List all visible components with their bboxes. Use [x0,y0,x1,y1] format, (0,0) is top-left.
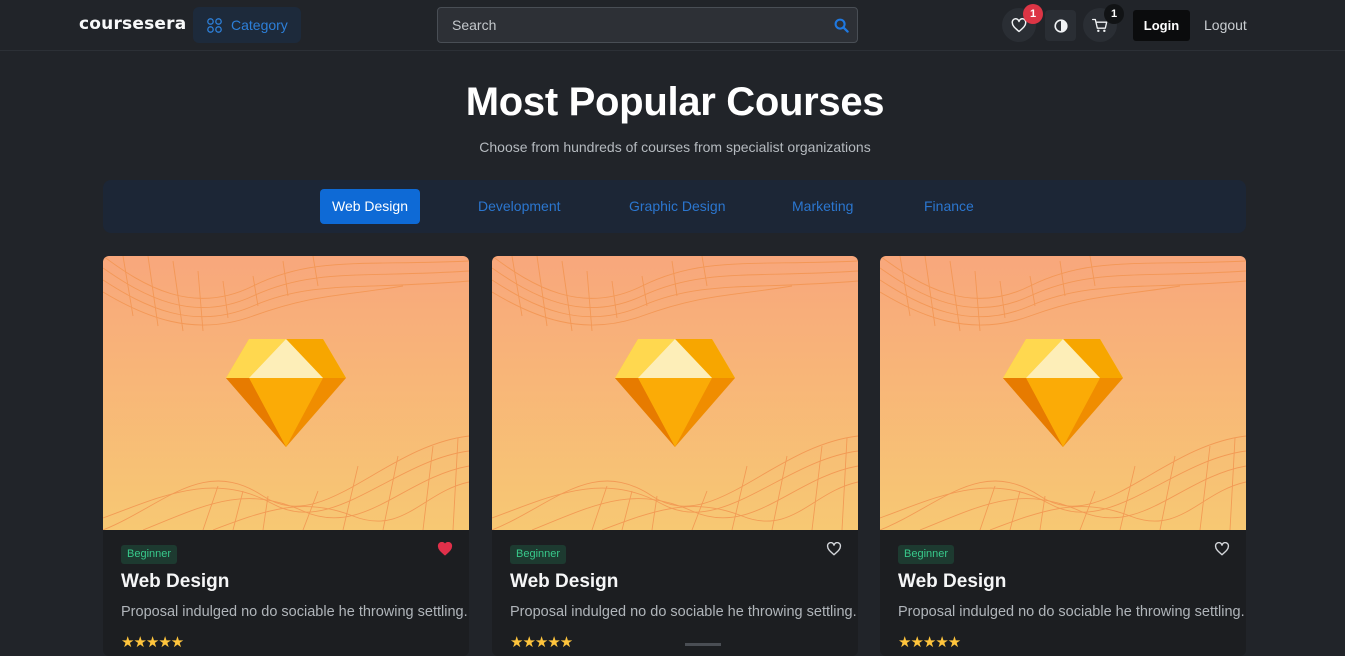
course-title[interactable]: Web Design [898,571,1006,593]
logout-link[interactable]: Logout [1204,17,1247,33]
category-button[interactable]: Category [193,7,301,43]
course-description: Proposal indulged no do sociable he thro… [898,604,1245,620]
top-navbar: coursesera Category 1 [0,0,1345,51]
site-logo[interactable]: coursesera [79,14,186,34]
tab-finance[interactable]: Finance [924,189,974,224]
login-button[interactable]: Login [1133,10,1190,41]
category-label: Category [231,17,288,33]
course-card[interactable]: Beginner Web Design Proposal indulged no… [880,256,1246,656]
course-thumbnail [492,256,858,530]
level-badge: Beginner [121,545,178,564]
theme-toggle-button[interactable] [1045,10,1076,41]
wishlist-count-badge: 1 [1023,4,1043,24]
tab-marketing[interactable]: Marketing [792,189,853,224]
course-category-tabs: Web Design Development Graphic Design Ma… [103,180,1246,233]
course-thumbnail [103,256,469,530]
course-description: Proposal indulged no do sociable he thro… [510,604,857,620]
heart-icon[interactable] [826,542,842,556]
heart-icon[interactable] [437,542,453,556]
tab-web-design[interactable]: Web Design [320,189,420,224]
cart-button[interactable]: 1 [1083,4,1124,42]
course-card[interactable]: Beginner Web Design Proposal indulged no… [103,256,469,656]
search-box [437,7,858,43]
tab-development[interactable]: Development [478,189,561,224]
star-icon: ★★★★★ [898,634,961,651]
course-card[interactable]: Beginner Web Design Proposal indulged no… [492,256,858,656]
page-title: Most Popular Courses [465,80,885,124]
course-thumbnail [880,256,1246,530]
search-icon[interactable] [834,18,849,33]
heart-icon[interactable] [1214,542,1230,556]
course-title[interactable]: Web Design [510,571,618,593]
course-description: Proposal indulged no do sociable he thro… [121,604,468,620]
level-badge: Beginner [510,545,567,564]
page-subtitle: Choose from hundreds of courses from spe… [479,139,871,155]
star-icon: ★★★★★ [510,634,573,651]
cart-count-badge: 1 [1104,4,1124,24]
grid-icon [207,17,222,33]
half-circle-icon [1053,18,1068,33]
course-title[interactable]: Web Design [121,571,229,593]
search-input[interactable] [438,8,857,42]
wishlist-button[interactable]: 1 [1002,4,1043,42]
tab-graphic-design[interactable]: Graphic Design [629,189,726,224]
star-icon: ★★★★★ [121,634,184,651]
level-badge: Beginner [898,545,955,564]
